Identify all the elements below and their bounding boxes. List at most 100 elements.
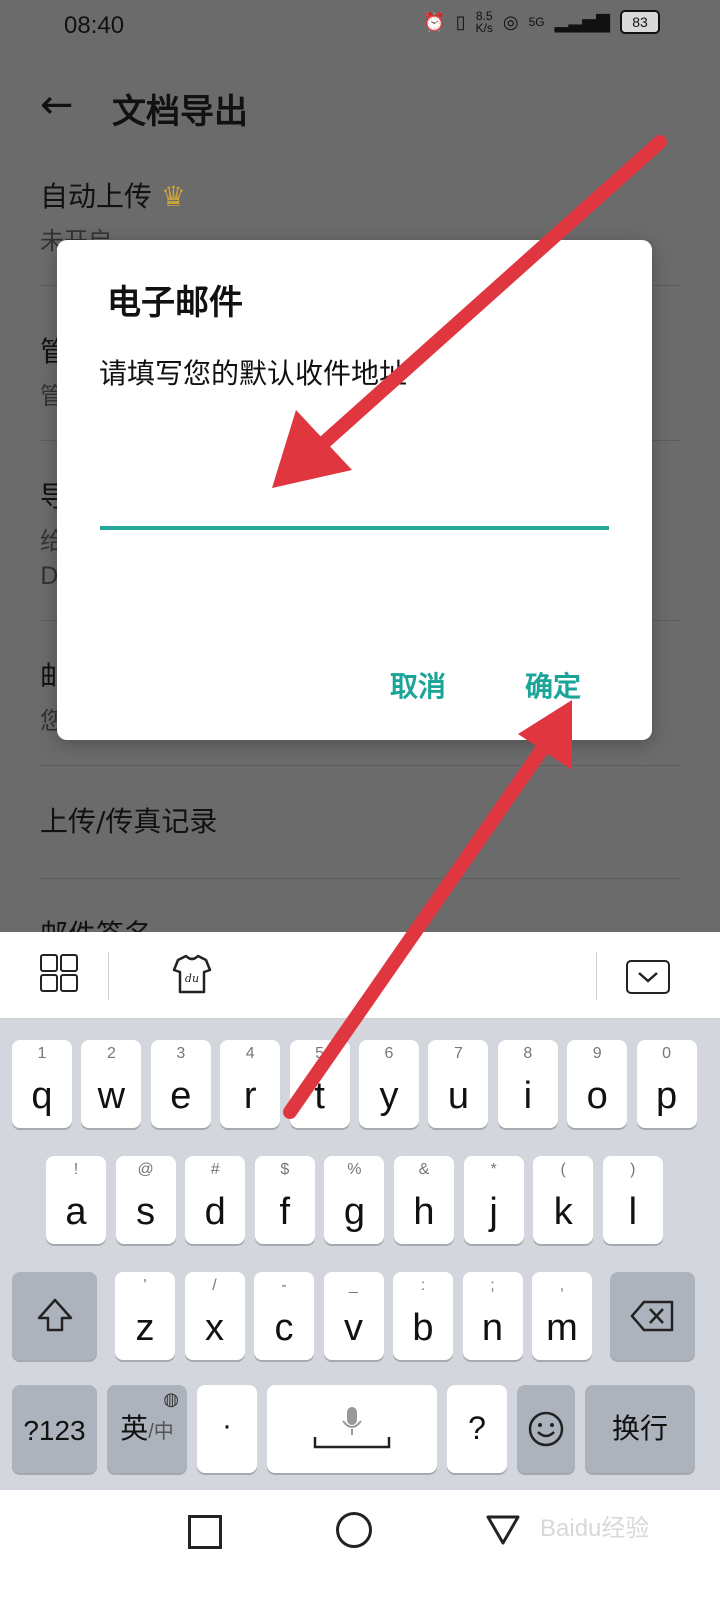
hotspot-icon: ◎	[502, 11, 519, 32]
key-secondary-label: ;	[490, 1277, 495, 1294]
key-r[interactable]: 4r	[220, 1040, 281, 1128]
key-i[interactable]: 8i	[497, 1040, 558, 1128]
key-label: f	[279, 1191, 291, 1233]
emoji-icon	[528, 1411, 564, 1447]
navigation-bar: Baidu经验	[0, 1490, 720, 1600]
microphone-icon	[313, 1407, 391, 1449]
status-icons: ⏰ ▯ 8.5 K/s ◎ 5G ▂▃▅▇ 83	[423, 10, 660, 34]
battery-icon: 83	[620, 10, 660, 34]
key-w[interactable]: 2w	[81, 1040, 142, 1128]
key-secondary-label: 0	[662, 1045, 672, 1062]
email-input[interactable]	[100, 480, 609, 530]
key-h[interactable]: & h	[394, 1156, 454, 1244]
key-secondary-label: '	[143, 1277, 147, 1294]
setting-title: 上传/传真记录	[40, 805, 218, 838]
key-f[interactable]: $ f	[254, 1156, 315, 1244]
key-secondary-label: 9	[592, 1045, 602, 1062]
key-label: m	[546, 1307, 578, 1349]
shift-key[interactable]	[12, 1272, 97, 1360]
key-b[interactable]: :b	[393, 1272, 453, 1360]
key-secondary-label: )	[630, 1161, 636, 1178]
home-icon[interactable]	[336, 1512, 372, 1548]
email-dialog: 电子邮件 请填写您的默认收件地址 取消 确定	[57, 240, 652, 740]
key-label: y	[379, 1075, 399, 1117]
key-a[interactable]: ! a	[46, 1156, 106, 1244]
question-key-label: ?	[468, 1410, 486, 1446]
numbers-key[interactable]: ?123	[12, 1385, 97, 1473]
key-secondary-label: 3	[176, 1045, 186, 1062]
key-secondary-label: $	[280, 1161, 290, 1178]
key-c[interactable]: -c	[254, 1272, 314, 1360]
app-bar: ← 文档导出	[0, 70, 720, 140]
key-m[interactable]: ,m	[532, 1272, 592, 1360]
emoji-key[interactable]	[517, 1385, 575, 1473]
key-v[interactable]: _ v	[323, 1272, 384, 1360]
key-secondary-label: 6	[384, 1045, 394, 1062]
setting-upload-fax-records[interactable]: 上传/传真记录	[40, 800, 680, 879]
backspace-key[interactable]	[610, 1272, 695, 1360]
keyboard-toolbar: du	[0, 932, 720, 1019]
key-x[interactable]: / x	[184, 1272, 245, 1360]
key-label: c	[274, 1307, 294, 1349]
key-secondary-label: &	[418, 1161, 430, 1178]
language-key-sub: /中	[148, 1421, 174, 1443]
period-key-label: ·	[222, 1409, 232, 1442]
key-label: s	[136, 1191, 156, 1233]
key-e[interactable]: 3e	[150, 1040, 211, 1128]
key-j[interactable]: * j	[463, 1156, 524, 1244]
keyboard-skin-icon[interactable]: du	[170, 952, 214, 996]
grid-menu-icon[interactable]	[40, 954, 80, 994]
key-label: b	[412, 1307, 434, 1349]
key-n[interactable]: ; n	[462, 1272, 523, 1360]
back-triangle-icon[interactable]	[486, 1515, 520, 1545]
language-key[interactable]: ◍ 英/中	[107, 1385, 187, 1473]
signal-label: 5G	[528, 15, 545, 29]
key-o[interactable]: 9o	[567, 1040, 628, 1128]
cancel-button[interactable]: 取消	[384, 664, 452, 706]
crown-icon: ♛	[160, 180, 187, 213]
signal-icon: ▂▃▅▇	[554, 11, 610, 32]
back-arrow-icon[interactable]: ←	[40, 82, 74, 128]
key-s[interactable]: @ s	[115, 1156, 176, 1244]
key-label: p	[656, 1075, 678, 1117]
key-secondary-label: 8	[523, 1045, 533, 1062]
key-secondary-label: @	[137, 1161, 154, 1178]
key-d[interactable]: # d	[185, 1156, 246, 1244]
key-label: l	[628, 1191, 638, 1233]
key-label: v	[344, 1307, 363, 1349]
key-secondary-label: :	[420, 1277, 426, 1294]
key-k[interactable]: (k	[533, 1156, 594, 1244]
key-u[interactable]: 7u	[428, 1040, 489, 1128]
enter-key-label: 换行	[611, 1412, 668, 1445]
key-g[interactable]: % g	[324, 1156, 385, 1244]
key-label: z	[135, 1307, 155, 1349]
space-key[interactable]	[267, 1385, 437, 1473]
key-t[interactable]: 5t	[289, 1040, 350, 1128]
key-l[interactable]: ) l	[602, 1156, 663, 1244]
key-label: e	[170, 1075, 192, 1117]
key-p[interactable]: 0p	[636, 1040, 697, 1128]
status-time: 08:40	[64, 12, 125, 39]
recents-icon[interactable]	[188, 1515, 222, 1549]
dialog-message: 请填写您的默认收件地址	[99, 357, 408, 390]
key-secondary-label: *	[490, 1161, 497, 1178]
period-key[interactable]: ·	[197, 1385, 257, 1473]
key-label: x	[205, 1307, 224, 1349]
key-secondary-label: 1	[37, 1045, 47, 1062]
confirm-button[interactable]: 确定	[519, 664, 587, 706]
key-label: h	[413, 1191, 435, 1233]
key-z[interactable]: ' z	[115, 1272, 175, 1360]
question-key[interactable]: ?	[447, 1385, 507, 1473]
key-secondary-label: 2	[106, 1045, 116, 1062]
key-label: o	[586, 1075, 608, 1117]
key-label: r	[243, 1075, 257, 1117]
enter-key[interactable]: 换行	[585, 1385, 695, 1473]
key-secondary-label: /	[212, 1277, 217, 1294]
hide-keyboard-icon[interactable]	[626, 960, 670, 994]
toolbar-divider	[596, 952, 597, 1000]
key-y[interactable]: 6y	[359, 1040, 419, 1128]
shift-icon	[37, 1298, 72, 1332]
key-label: u	[447, 1075, 469, 1117]
key-q[interactable]: 1q	[12, 1040, 72, 1128]
key-secondary-label: _	[349, 1277, 358, 1294]
